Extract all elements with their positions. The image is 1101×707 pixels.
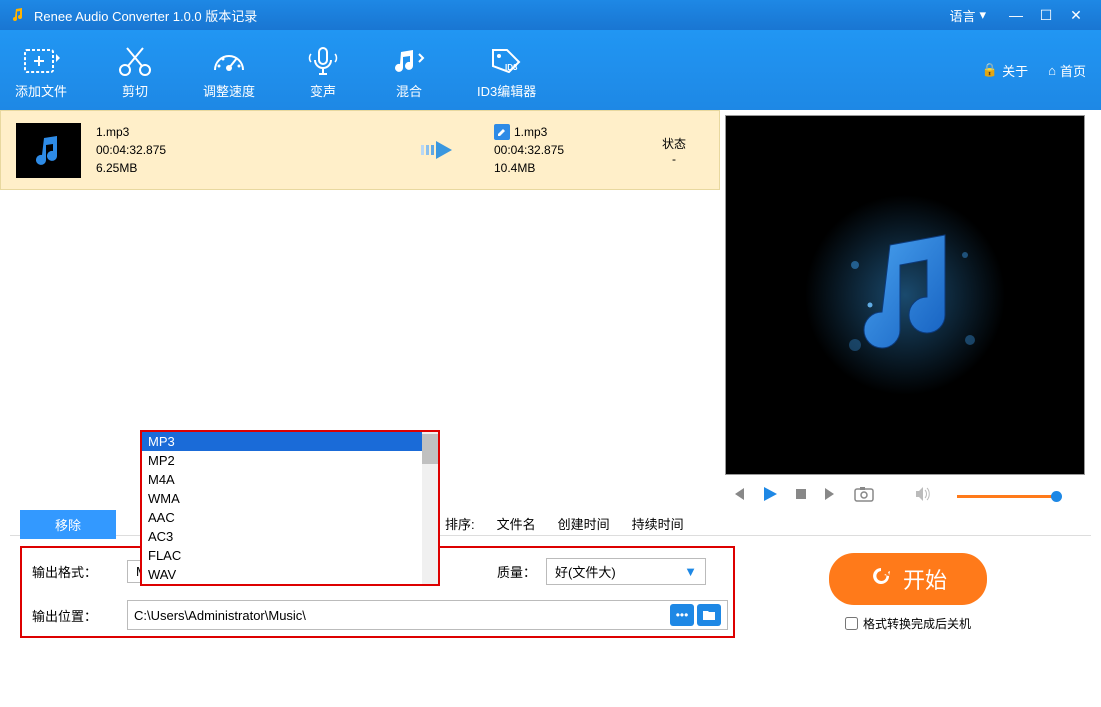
output-format-label: 输出格式：	[27, 562, 127, 581]
source-duration: 00:04:32.875	[96, 141, 404, 159]
play-button[interactable]	[761, 485, 779, 508]
open-folder-button[interactable]	[697, 604, 721, 626]
volume-slider[interactable]	[957, 495, 1057, 498]
format-option[interactable]: WAV	[142, 565, 438, 584]
dropdown-scrollbar[interactable]	[422, 432, 438, 584]
player-controls	[725, 475, 1096, 518]
main-toolbar: 添加文件 剪切 调整速度 变声 混合 ID3 ID3编辑器 🔒 关于	[0, 30, 1101, 110]
stop-button[interactable]	[794, 487, 808, 506]
edit-icon[interactable]	[494, 124, 510, 140]
sort-label: 排序:	[445, 514, 475, 533]
scissors-icon	[117, 41, 153, 81]
quality-combo[interactable]: 好(文件大) ▼	[546, 558, 706, 585]
file-list-panel: 1.mp3 00:04:32.875 6.25MB 1.mp3 00:04:32…	[0, 110, 720, 535]
title-bar: Renee Audio Converter 1.0.0 版本记录 语言 ▾ — …	[0, 0, 1101, 30]
format-option[interactable]: M4A	[142, 470, 438, 489]
mix-button[interactable]: 混合	[391, 41, 427, 100]
status-value: -	[644, 152, 704, 166]
next-button[interactable]	[823, 486, 839, 507]
format-dropdown-list[interactable]: MP3 MP2 M4A WMA AAC AC3 FLAC WAV	[140, 430, 440, 586]
gauge-icon	[211, 41, 247, 81]
status-header: 状态	[644, 135, 704, 152]
snapshot-button[interactable]	[854, 486, 874, 507]
browse-button[interactable]: •••	[670, 604, 694, 626]
add-file-button[interactable]: 添加文件	[15, 41, 67, 100]
prev-button[interactable]	[730, 486, 746, 507]
preview-panel	[720, 110, 1101, 535]
source-size: 6.25MB	[96, 159, 404, 177]
add-file-icon	[21, 41, 61, 81]
sort-by-duration[interactable]: 持续时间	[632, 514, 684, 533]
file-thumbnail	[16, 123, 81, 178]
source-filename: 1.mp3	[96, 123, 404, 141]
shutdown-checkbox[interactable]: 格式转换完成后关机	[845, 615, 971, 632]
output-filename: 1.mp3	[514, 123, 547, 141]
file-row[interactable]: 1.mp3 00:04:32.875 6.25MB 1.mp3 00:04:32…	[0, 110, 720, 190]
chevron-down-icon: ▼	[684, 564, 697, 579]
lock-icon: 🔒	[982, 62, 998, 78]
refresh-icon	[869, 564, 893, 594]
remove-button[interactable]: 移除	[20, 510, 116, 539]
tag-icon: ID3	[487, 41, 527, 81]
output-path-input[interactable]: C:\Users\Administrator\Music\ •••	[127, 600, 728, 630]
home-icon: ⌂	[1048, 63, 1056, 78]
sort-controls: 排序: 文件名 创建时间 持续时间	[445, 514, 684, 533]
output-duration: 00:04:32.875	[494, 141, 644, 159]
format-option[interactable]: AAC	[142, 508, 438, 527]
sort-by-filename[interactable]: 文件名	[497, 514, 536, 533]
id3-editor-button[interactable]: ID3 ID3编辑器	[477, 41, 536, 100]
format-option[interactable]: AC3	[142, 527, 438, 546]
preview-area	[725, 115, 1085, 475]
microphone-icon	[305, 41, 341, 81]
close-button[interactable]: ✕	[1061, 7, 1091, 24]
source-file-info: 1.mp3 00:04:32.875 6.25MB	[96, 123, 404, 177]
output-size: 10.4MB	[494, 159, 644, 177]
minimize-button[interactable]: —	[1001, 7, 1031, 23]
cut-button[interactable]: 剪切	[117, 41, 153, 100]
format-option[interactable]: WMA	[142, 489, 438, 508]
svg-text:ID3: ID3	[505, 63, 518, 72]
home-link[interactable]: ⌂ 首页	[1048, 61, 1086, 80]
app-logo-icon	[10, 7, 26, 23]
about-link[interactable]: 🔒 关于	[982, 61, 1028, 80]
maximize-button[interactable]: ☐	[1031, 7, 1061, 24]
volume-icon[interactable]	[914, 486, 932, 507]
arrow-icon	[404, 135, 484, 165]
sort-by-created[interactable]: 创建时间	[558, 514, 610, 533]
start-button[interactable]: 开始	[829, 553, 987, 605]
app-title: Renee Audio Converter 1.0.0 版本记录	[34, 6, 949, 25]
mix-icon	[391, 41, 427, 81]
output-file-info: 1.mp3 00:04:32.875 10.4MB	[494, 123, 644, 177]
chevron-down-icon: ▾	[979, 7, 986, 23]
format-option[interactable]: MP2	[142, 451, 438, 470]
format-option[interactable]: FLAC	[142, 546, 438, 565]
format-option[interactable]: MP3	[142, 432, 438, 451]
voice-change-button[interactable]: 变声	[305, 41, 341, 100]
speed-button[interactable]: 调整速度	[203, 41, 255, 100]
quality-label: 质量：	[492, 562, 536, 581]
output-path-label: 输出位置：	[27, 606, 127, 625]
language-selector[interactable]: 语言 ▾	[949, 6, 986, 25]
